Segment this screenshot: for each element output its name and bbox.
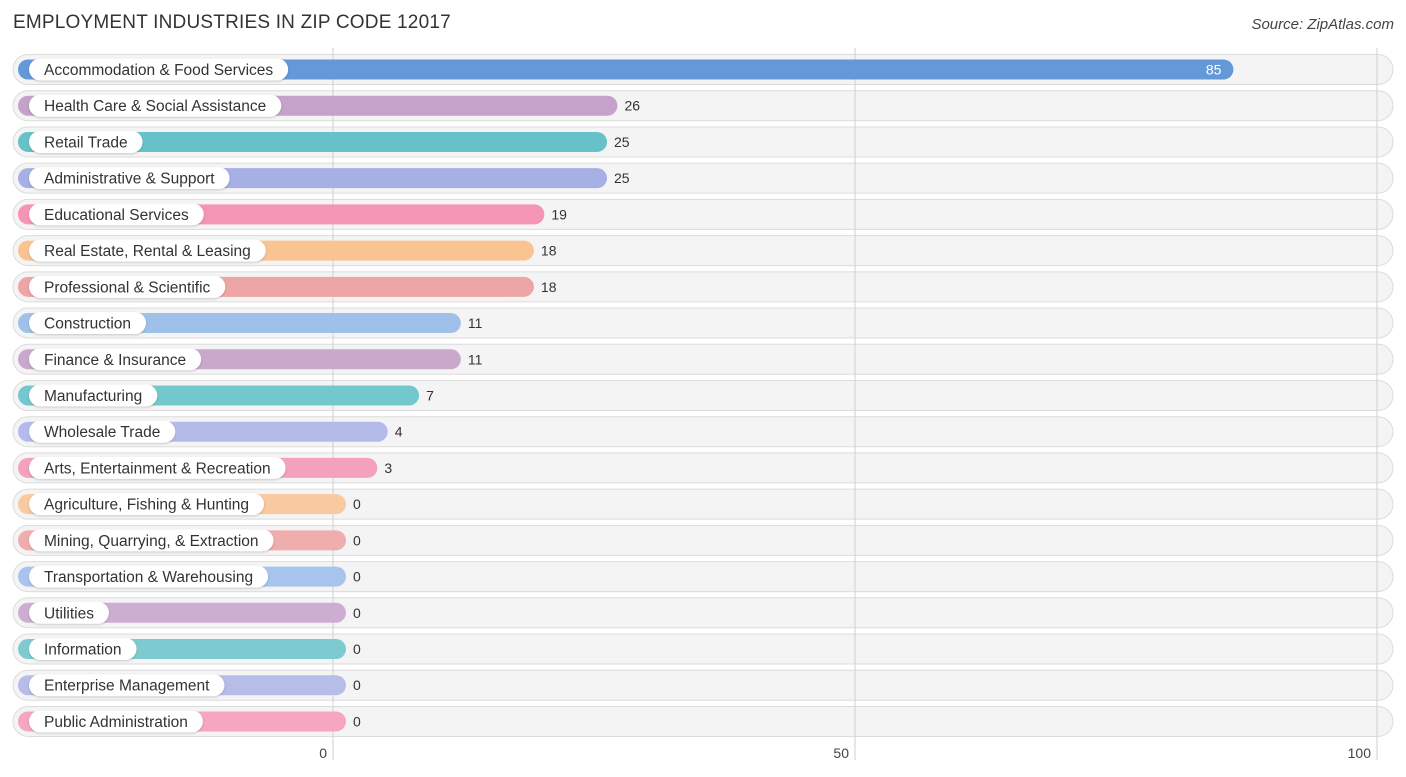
value-label: 3 (384, 460, 392, 476)
value-label: 25 (614, 134, 630, 150)
category-label: Public Administration (44, 714, 188, 731)
value-label: 26 (624, 98, 640, 114)
value-label: 4 (395, 424, 403, 440)
bar-row: Public Administration 0 (18, 710, 361, 733)
bar-row: Wholesale Trade 4 (18, 420, 403, 443)
value-label: 85 (1206, 62, 1222, 78)
value-label: 0 (353, 496, 361, 512)
category-label: Manufacturing (44, 388, 142, 405)
category-label: Enterprise Management (44, 678, 210, 695)
bar-chart: 0 50 100 Accommodation & Food Services 85 Hea… (12, 48, 1394, 761)
category-label: Construction (44, 316, 131, 333)
bar-row: Transportation & Warehousing 0 (18, 565, 361, 588)
value-label: 0 (353, 569, 361, 585)
bar-row: Administrative & Support 25 (18, 167, 630, 190)
value-label: 0 (353, 677, 361, 693)
value-label: 0 (353, 641, 361, 657)
bar-row: Professional & Scientific 18 (18, 275, 557, 298)
x-tick-label: 50 (833, 745, 849, 761)
bar-row: Real Estate, Rental & Leasing 18 (18, 239, 557, 262)
value-label: 19 (551, 206, 567, 222)
category-label: Health Care & Social Assistance (44, 98, 266, 115)
category-label: Accommodation & Food Services (44, 62, 273, 79)
value-label: 0 (353, 532, 361, 548)
bar-row: Agriculture, Fishing & Hunting 0 (18, 493, 361, 516)
bar-row: Enterprise Management 0 (18, 674, 361, 697)
bar-row: Retail Trade 25 (18, 130, 630, 153)
category-label: Retail Trade (44, 134, 128, 151)
category-label: Professional & Scientific (44, 279, 211, 296)
category-label: Agriculture, Fishing & Hunting (44, 497, 249, 514)
category-label: Educational Services (44, 207, 189, 224)
category-label: Information (44, 642, 122, 659)
bar-row: Arts, Entertainment & Recreation 3 (18, 456, 392, 479)
bar-row: Educational Services 19 (18, 203, 567, 226)
category-label: Arts, Entertainment & Recreation (44, 460, 271, 477)
value-label: 18 (541, 243, 557, 259)
bar-row: Manufacturing 7 (18, 384, 434, 407)
value-label: 25 (614, 170, 630, 186)
value-label: 11 (468, 315, 483, 331)
x-tick-label: 0 (319, 745, 327, 761)
bar-row: Mining, Quarrying, & Extraction 0 (18, 529, 361, 552)
value-label: 18 (541, 279, 557, 295)
bar-row: Accommodation & Food Services 85 (18, 58, 1234, 81)
value-label: 7 (426, 387, 434, 403)
value-label: 0 (353, 605, 361, 621)
category-label: Mining, Quarrying, & Extraction (44, 533, 259, 550)
bar-row: Health Care & Social Assistance 26 (18, 94, 640, 117)
value-label: 11 (468, 351, 483, 367)
bar-row: Finance & Insurance 11 (18, 348, 483, 371)
x-tick-label: 100 (1348, 745, 1372, 761)
category-label: Administrative & Support (44, 171, 215, 188)
value-label: 0 (353, 713, 361, 729)
category-label: Wholesale Trade (44, 424, 160, 441)
bar-row: Utilities 0 (18, 601, 361, 624)
category-label: Finance & Insurance (44, 352, 186, 369)
category-label: Utilities (44, 605, 94, 622)
category-label: Real Estate, Rental & Leasing (44, 243, 251, 260)
bar-row: Information 0 (18, 638, 361, 661)
category-label: Transportation & Warehousing (44, 569, 253, 586)
bar-row: Construction 11 (18, 312, 483, 335)
